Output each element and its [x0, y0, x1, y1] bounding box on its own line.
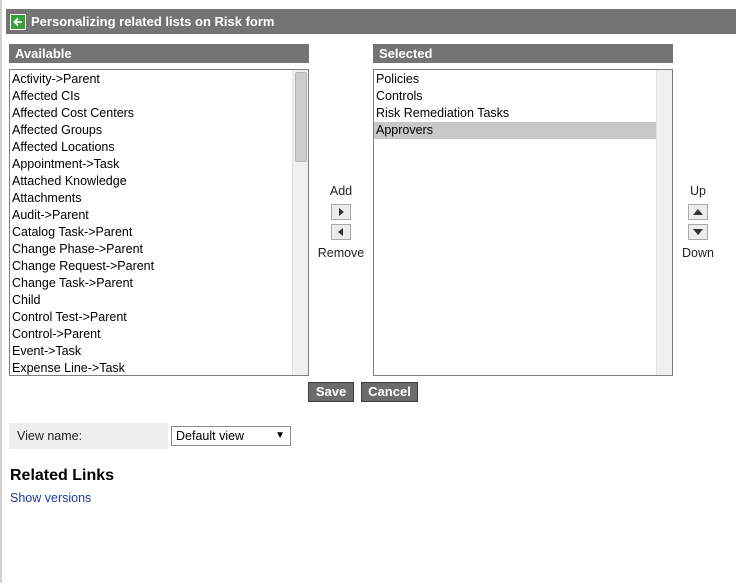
back-arrow-icon[interactable]	[10, 13, 26, 30]
available-list-item[interactable]: Attachments	[10, 190, 308, 207]
add-button[interactable]	[331, 204, 351, 220]
arrow-left-icon	[338, 228, 343, 236]
selected-list-item[interactable]: Policies	[374, 71, 656, 88]
form-title-bar: Personalizing related lists on Risk form	[6, 9, 736, 34]
available-header: Available	[9, 44, 309, 63]
available-list-item[interactable]: Expense Line->Task	[10, 360, 308, 375]
save-button[interactable]: Save	[308, 382, 354, 402]
remove-label: Remove	[317, 246, 365, 260]
available-scroll-thumb[interactable]	[295, 72, 307, 162]
down-label: Down	[682, 246, 714, 260]
available-list-item[interactable]: Control->Parent	[10, 326, 308, 343]
selected-list-item[interactable]: Approvers	[374, 122, 656, 139]
cancel-button[interactable]: Cancel	[361, 382, 418, 402]
selected-scrollbar[interactable]	[656, 70, 672, 375]
move-down-button[interactable]	[688, 224, 708, 240]
selected-list-item[interactable]: Controls	[374, 88, 656, 105]
arrow-up-icon	[693, 209, 703, 215]
view-select[interactable]: Default view ▼	[171, 426, 291, 446]
up-label: Up	[690, 184, 706, 198]
available-listbox[interactable]: Activity->Parent Affected CIs Affected Cos…	[9, 69, 309, 376]
available-list-item[interactable]: Event->Task	[10, 343, 308, 360]
available-list-item[interactable]: Change Phase->Parent	[10, 241, 308, 258]
selected-listbox[interactable]: Policies Controls Risk Remediation Tasks Ap…	[373, 69, 673, 376]
page-title: Personalizing related lists on Risk form	[31, 14, 275, 29]
available-scrollbar[interactable]	[292, 70, 308, 375]
available-list-item[interactable]: Affected CIs	[10, 88, 308, 105]
show-versions-link[interactable]: Show versions	[10, 491, 91, 505]
move-up-button[interactable]	[688, 204, 708, 220]
view-name-label: View name:	[9, 423, 168, 449]
available-list-item[interactable]: Change Task->Parent	[10, 275, 308, 292]
arrow-down-icon	[693, 229, 703, 235]
add-label: Add	[329, 184, 353, 198]
available-list-item[interactable]: Control Test->Parent	[10, 309, 308, 326]
available-list-item[interactable]: Affected Cost Centers	[10, 105, 308, 122]
available-list-item[interactable]: Change Request->Parent	[10, 258, 308, 275]
available-list-item[interactable]: Audit->Parent	[10, 207, 308, 224]
selected-list-item[interactable]: Risk Remediation Tasks	[374, 105, 656, 122]
dropdown-arrow-icon: ▼	[275, 430, 285, 441]
available-list-item[interactable]: Affected Locations	[10, 139, 308, 156]
available-list-item[interactable]: Activity->Parent	[10, 71, 308, 88]
available-list-item[interactable]: Appointment->Task	[10, 156, 308, 173]
selected-header: Selected	[373, 44, 673, 63]
available-list-item[interactable]: Affected Groups	[10, 122, 308, 139]
view-select-value: Default view	[176, 429, 245, 443]
remove-button[interactable]	[331, 224, 351, 240]
related-links-title: Related Links	[10, 467, 115, 484]
available-list-item[interactable]: Attached Knowledge	[10, 173, 308, 190]
available-list-item[interactable]: Child	[10, 292, 308, 309]
available-list-item[interactable]: Catalog Task->Parent	[10, 224, 308, 241]
arrow-right-icon	[339, 208, 344, 216]
